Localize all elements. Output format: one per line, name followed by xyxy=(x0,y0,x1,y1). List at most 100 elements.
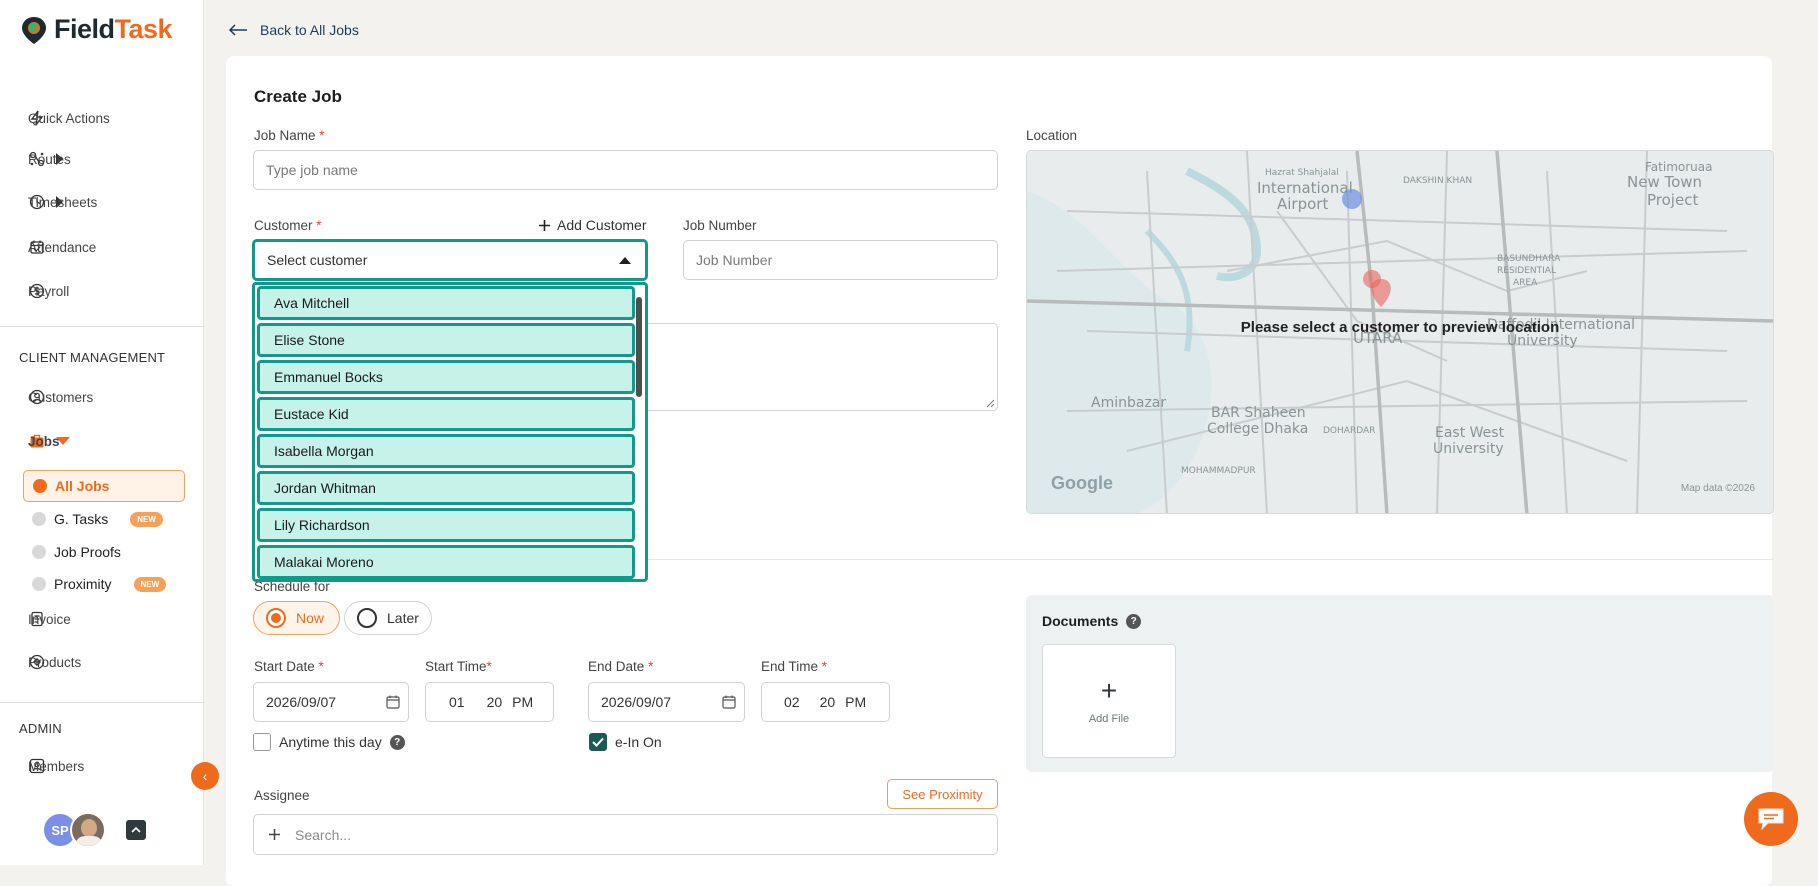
check-icon xyxy=(592,737,604,747)
svg-text:AREA: AREA xyxy=(1513,278,1538,288)
assignee-search-input[interactable]: Search... xyxy=(253,814,998,855)
sidebar-item-label: Products xyxy=(28,654,82,670)
customer-option[interactable]: Isabella Morgan xyxy=(257,434,635,468)
svg-text:BASUNDHARA: BASUNDHARA xyxy=(1497,254,1561,264)
start-time-input[interactable]: 01 20 PM xyxy=(425,682,554,722)
radio-unselected-icon xyxy=(357,608,377,628)
see-proximity-button[interactable]: See Proximity xyxy=(887,779,998,809)
sidebar-item-jobs[interactable]: Jobs xyxy=(28,428,188,454)
anytime-checkbox-row[interactable]: Anytime this day ? xyxy=(253,733,405,751)
job-name-input[interactable]: Type job name xyxy=(253,150,998,190)
svg-text:BAR Shaheen: BAR Shaheen xyxy=(1211,405,1306,421)
sidebar-item-customers[interactable]: Customers xyxy=(28,384,188,410)
description-textarea[interactable] xyxy=(640,323,998,411)
documents-title: Documents ? xyxy=(1042,613,1142,629)
sidebar-item-label: Timesheets xyxy=(28,194,98,210)
sidebar-sub-item-all-jobs[interactable]: All Jobs xyxy=(23,470,185,502)
svg-text:DAKSHIN KHAN: DAKSHIN KHAN xyxy=(1403,176,1472,186)
customer-option[interactable]: Jordan Whitman xyxy=(257,471,635,505)
map-message: Please select a customer to preview loca… xyxy=(1240,319,1560,336)
svg-text:Aminbazar: Aminbazar xyxy=(1091,395,1166,411)
documents-panel: Documents ? + Add File xyxy=(1026,595,1774,772)
sidebar-sub-item-proximity[interactable]: Proximity NEW xyxy=(32,572,167,596)
svg-text:College Dhaka: College Dhaka xyxy=(1207,421,1308,437)
radio-label: Later xyxy=(387,610,419,626)
calendar-icon[interactable] xyxy=(722,695,736,709)
assignee-label: Assignee xyxy=(254,788,310,803)
sidebar-item-label: Quick Actions xyxy=(28,110,110,126)
calendar-icon[interactable] xyxy=(386,695,400,709)
start-hour[interactable]: 01 xyxy=(449,694,465,710)
dropdown-scrollbar[interactable] xyxy=(635,287,643,575)
sidebar-item-label: Customers xyxy=(28,389,94,405)
schedule-now-radio[interactable]: Now xyxy=(253,601,340,635)
end-time-input[interactable]: 02 20 PM xyxy=(761,682,890,722)
start-date-input[interactable]: 2026/09/07 xyxy=(253,682,409,722)
chat-icon xyxy=(1758,808,1784,831)
customer-select[interactable]: Select customer xyxy=(252,239,648,281)
sidebar-item-invoice[interactable]: Invoice xyxy=(28,606,188,632)
svg-text:University: University xyxy=(1433,441,1504,457)
customer-dropdown-list[interactable]: Ava Mitchell Elise Stone Emmanuel Bocks … xyxy=(252,282,648,582)
back-link[interactable]: Back to All Jobs xyxy=(228,22,359,38)
anytime-label: Anytime this day xyxy=(279,734,382,750)
sidebar-item-routes[interactable]: Routes xyxy=(28,146,188,172)
section-heading-client-management: CLIENT MANAGEMENT xyxy=(19,350,166,365)
sidebar-item-attendance[interactable]: Attendance xyxy=(28,234,188,260)
sidebar-sub-item-job-proofs[interactable]: Job Proofs xyxy=(32,540,121,564)
resize-handle-icon xyxy=(986,399,995,408)
back-link-label: Back to All Jobs xyxy=(260,22,359,38)
svg-text:Hazrat Shahjalal: Hazrat Shahjalal xyxy=(1265,168,1339,178)
sidebar-item-label: Jobs xyxy=(28,433,60,449)
sidebar-sub-item-g-tasks[interactable]: G. Tasks NEW xyxy=(32,507,163,531)
map-attribution: Map data ©2026 xyxy=(1680,483,1755,494)
collapse-sidebar-button[interactable]: ‹ xyxy=(191,762,219,790)
sidebar-item-timesheets[interactable]: Timesheets xyxy=(28,189,188,215)
svg-text:MOHAMMADPUR: MOHAMMADPUR xyxy=(1181,466,1256,476)
job-number-input[interactable]: Job Number xyxy=(683,240,998,280)
customer-option[interactable]: Malakai Moreno xyxy=(257,545,635,579)
sidebar-item-quick-actions[interactable]: Quick Actions xyxy=(28,105,188,131)
customer-option[interactable]: Eustace Kid xyxy=(257,397,635,431)
start-date-value: 2026/09/07 xyxy=(266,694,337,710)
dot-icon xyxy=(32,512,46,526)
svg-text:New Town: New Town xyxy=(1627,173,1702,191)
sidebar-item-label: Members xyxy=(28,758,85,774)
help-icon[interactable]: ? xyxy=(1126,613,1142,629)
map-preview[interactable]: Hazrat Shahjalal International Airport N… xyxy=(1026,150,1774,514)
anytime-checkbox[interactable] xyxy=(253,733,271,751)
app-logo[interactable]: FieldTask xyxy=(20,14,173,45)
customer-option[interactable]: Ava Mitchell xyxy=(257,286,635,320)
add-customer-button[interactable]: Add Customer xyxy=(538,217,646,233)
end-date-input[interactable]: 2026/09/07 xyxy=(588,682,745,722)
end-ampm[interactable]: PM xyxy=(845,694,866,710)
arrow-left-icon xyxy=(228,24,247,36)
job-name-label: Job Name * xyxy=(254,128,325,143)
radio-label: Now xyxy=(296,610,325,626)
new-badge: NEW xyxy=(130,511,163,527)
start-ampm[interactable]: PM xyxy=(512,694,533,710)
svg-text:East West: East West xyxy=(1435,425,1505,441)
start-minute[interactable]: 20 xyxy=(487,694,503,710)
end-date-value: 2026/09/07 xyxy=(601,694,672,710)
chat-widget-button[interactable] xyxy=(1744,792,1798,846)
end-minute[interactable]: 20 xyxy=(820,694,836,710)
help-icon[interactable]: ? xyxy=(389,734,405,750)
sub-item-label: All Jobs xyxy=(55,478,110,494)
add-file-button[interactable]: + Add File xyxy=(1042,644,1176,758)
sidebar-item-members[interactable]: Members xyxy=(28,753,188,779)
sidebar-item-label: Attendance xyxy=(28,239,97,255)
checkin-checkbox[interactable] xyxy=(589,733,607,751)
checkin-checkbox-row[interactable]: e-In On xyxy=(589,733,662,751)
sidebar-item-products[interactable]: Products xyxy=(28,649,188,675)
sidebar-item-payroll[interactable]: Payroll xyxy=(28,278,188,304)
customer-option[interactable]: Lily Richardson xyxy=(257,508,635,542)
user-account[interactable]: SP xyxy=(42,812,146,848)
avatar[interactable] xyxy=(70,812,106,848)
customer-option[interactable]: Elise Stone xyxy=(257,323,635,357)
sidebar: FieldTask Quick Actions Routes Timesheet… xyxy=(0,0,204,865)
schedule-later-radio[interactable]: Later xyxy=(344,601,432,635)
end-hour[interactable]: 02 xyxy=(784,694,800,710)
customer-option[interactable]: Emmanuel Bocks xyxy=(257,360,635,394)
external-link-icon[interactable] xyxy=(126,820,146,840)
